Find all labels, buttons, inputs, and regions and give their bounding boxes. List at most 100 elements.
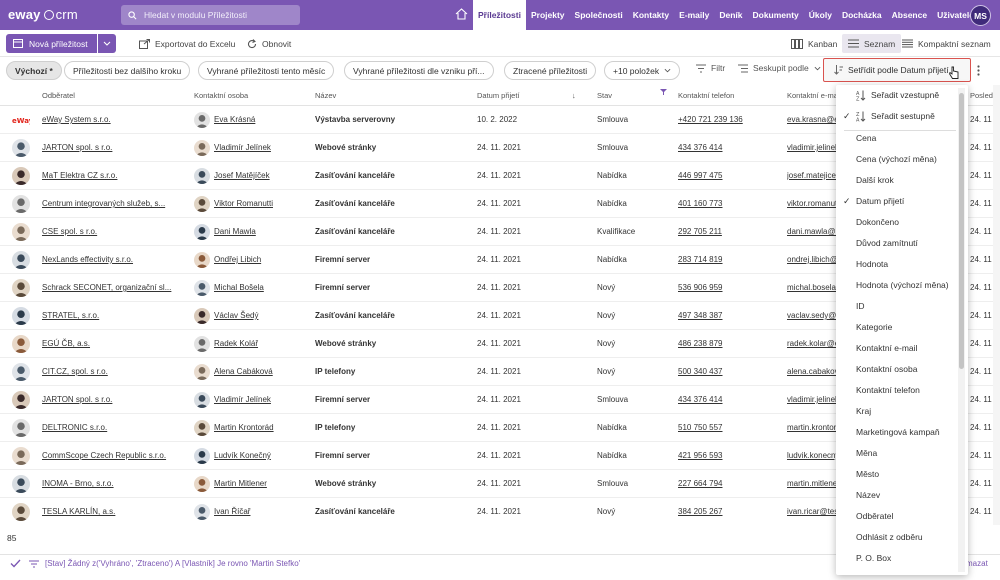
sort-field-option[interactable]: Kontaktní e-mail — [836, 338, 958, 359]
cell-customer[interactable]: EGÚ ČB, a.s. — [42, 330, 182, 358]
cell-contact-phone[interactable]: 434 376 414 — [678, 386, 778, 414]
nav-item-2[interactable]: Společnosti — [570, 0, 628, 30]
cell-customer[interactable]: CSE spol. s r.o. — [42, 218, 182, 246]
cell-contact-person[interactable]: Vladimír Jelínek — [214, 386, 309, 414]
cell-contact-person[interactable]: Alena Cabáková — [214, 358, 309, 386]
nav-item-4[interactable]: E-maily — [674, 0, 714, 30]
cell-contact-phone[interactable]: 421 956 593 — [678, 442, 778, 470]
filter-pill-more[interactable]: +10 položek — [604, 61, 681, 80]
clear-filter-link[interactable]: mazat — [966, 559, 988, 568]
cell-contact-phone[interactable]: 510 750 557 — [678, 414, 778, 442]
home-icon[interactable] — [455, 8, 468, 20]
filter-button[interactable]: Filtr — [696, 63, 725, 73]
user-avatar[interactable]: MS — [970, 5, 991, 26]
sort-field-option[interactable]: P. O. Box — [836, 548, 958, 569]
cell-contact-email[interactable]: vladimir.jelinek@jarton — [787, 386, 837, 414]
cell-contact-email[interactable]: martin.krontorad@delt — [787, 414, 837, 442]
cell-contact-phone[interactable]: 497 348 387 — [678, 302, 778, 330]
column-filter-icon[interactable] — [660, 89, 667, 95]
cell-contact-phone[interactable]: 384 205 267 — [678, 498, 778, 525]
cell-customer[interactable]: JARTON spol. s r.o. — [42, 134, 182, 162]
sort-field-option[interactable]: Kraj — [836, 401, 958, 422]
cell-contact-person[interactable]: Josef Matějíček — [214, 162, 309, 190]
cell-customer[interactable]: JARTON spol. s r.o. — [42, 386, 182, 414]
list-view-button[interactable]: Seznam — [842, 34, 902, 53]
group-by-button[interactable]: Seskupit podle — [738, 63, 821, 73]
sort-field-option[interactable]: Kategorie — [836, 317, 958, 338]
filter-pill-lost[interactable]: Ztracené příležitosti — [504, 61, 597, 80]
cell-customer[interactable]: STRATEL, s.r.o. — [42, 302, 182, 330]
export-excel-button[interactable]: Exportovat do Excelu — [139, 34, 235, 53]
filter-pill-won-this-month[interactable]: Vyhrané příležitosti tento měsíc — [198, 61, 335, 80]
cell-customer[interactable]: CIT.CZ, spol. s r.o. — [42, 358, 182, 386]
sort-field-option[interactable]: ID — [836, 296, 958, 317]
sort-field-option[interactable]: Odběratel — [836, 506, 958, 527]
cell-contact-phone[interactable]: 401 160 773 — [678, 190, 778, 218]
cell-contact-email[interactable]: ludvik.konecny@comm — [787, 442, 837, 470]
cell-contact-phone[interactable]: 292 705 211 — [678, 218, 778, 246]
column-header-received-date[interactable]: Datum přijetí — [477, 91, 520, 100]
filter-pill-no-next-step[interactable]: Příležitosti bez dalšího kroku — [64, 61, 191, 80]
filter-pill-default[interactable]: Výchozí * — [6, 61, 62, 80]
sort-field-option[interactable]: Město — [836, 464, 958, 485]
sort-field-option[interactable]: Kontaktní osoba — [836, 359, 958, 380]
check-icon[interactable] — [10, 559, 21, 568]
compact-list-view-button[interactable]: Kompaktní seznam — [902, 34, 991, 53]
cell-contact-email[interactable]: radek.kolar@egu.cz — [787, 330, 837, 358]
sort-field-option[interactable]: Cena — [836, 128, 958, 149]
cell-contact-phone[interactable]: 500 340 437 — [678, 358, 778, 386]
cell-contact-email[interactable]: alena.cabakova@cit.cz — [787, 358, 837, 386]
nav-item-1[interactable]: Projekty — [526, 0, 570, 30]
sort-field-option[interactable]: Měna — [836, 443, 958, 464]
sort-field-option[interactable]: ✓ Datum přijetí — [836, 191, 958, 212]
table-scrollbar[interactable] — [993, 85, 1000, 525]
cell-customer[interactable]: DELTRONIC s.r.o. — [42, 414, 182, 442]
cell-contact-person[interactable]: Ivan Říčař — [214, 498, 309, 525]
sort-field-option[interactable]: Hodnota — [836, 254, 958, 275]
sort-descending-option[interactable]: ✓ ZA Seřadit sestupně — [836, 106, 958, 127]
new-opportunity-dropdown-button[interactable] — [98, 34, 116, 53]
cell-contact-person[interactable]: Václav Šedý — [214, 302, 309, 330]
column-header-contact-person[interactable]: Kontaktní osoba — [194, 91, 248, 100]
column-header-name[interactable]: Název — [315, 91, 336, 100]
kanban-view-button[interactable]: Kanban — [791, 34, 837, 53]
cell-customer[interactable]: Schrack SECONET, organizační sl... — [42, 274, 182, 302]
cell-customer[interactable]: NexLands effectivity s.r.o. — [42, 246, 182, 274]
module-search-input[interactable]: Hledat v modulu Příležitosti — [121, 5, 300, 25]
nav-item-3[interactable]: Kontakty — [628, 0, 674, 30]
cell-customer[interactable]: eWay System s.r.o. — [42, 106, 182, 134]
nav-item-9[interactable]: Absence — [887, 0, 932, 30]
column-header-customer[interactable]: Odběratel — [42, 91, 75, 100]
cell-contact-email[interactable]: dani.mawla@cse.cz — [787, 218, 837, 246]
sort-field-option[interactable]: Marketingová kampaň — [836, 422, 958, 443]
cell-contact-phone[interactable]: 446 997 475 — [678, 162, 778, 190]
column-header-contact-phone[interactable]: Kontaktní telefon — [678, 91, 734, 100]
cell-contact-person[interactable]: Dani Mawla — [214, 218, 309, 246]
sort-field-option[interactable]: Další krok — [836, 170, 958, 191]
cell-contact-email[interactable]: martin.mitlener@inoma — [787, 470, 837, 498]
sort-field-option[interactable]: Odhlásit z odběru — [836, 527, 958, 548]
cell-contact-email[interactable]: josef.matejicek@mat.cz — [787, 162, 837, 190]
cell-contact-person[interactable]: Michal Bošela — [214, 274, 309, 302]
sort-ascending-option[interactable]: AZ Seřadit vzestupně — [836, 85, 958, 106]
cell-contact-person[interactable]: Martin Mitlener — [214, 470, 309, 498]
sort-field-option[interactable]: Hodnota (výchozí měna) — [836, 275, 958, 296]
cell-customer[interactable]: Centrum integrovaných služeb, s... — [42, 190, 182, 218]
cell-contact-email[interactable]: ivan.ricar@tesla.cz — [787, 498, 837, 525]
cell-contact-phone[interactable]: 434 376 414 — [678, 134, 778, 162]
refresh-button[interactable]: Obnovit — [247, 34, 291, 53]
column-header-state[interactable]: Stav — [597, 91, 612, 100]
cell-contact-email[interactable]: eva.krasna@eway-crm.c — [787, 106, 837, 134]
cell-contact-person[interactable]: Ludvík Konečný — [214, 442, 309, 470]
cell-contact-phone[interactable]: 227 664 794 — [678, 470, 778, 498]
active-filter-text[interactable]: [Stav] Žádný z('Vyhráno', 'Ztraceno') A … — [45, 559, 300, 568]
cell-contact-email[interactable]: vaclav.sedy@stratel.cz — [787, 302, 837, 330]
cell-contact-person[interactable]: Ondřej Libich — [214, 246, 309, 274]
sort-field-option[interactable]: Cena (výchozí měna) — [836, 149, 958, 170]
cell-contact-person[interactable]: Eva Krásná — [214, 106, 309, 134]
cell-contact-email[interactable]: viktor.romanutti@cis.cz — [787, 190, 837, 218]
cell-customer[interactable]: MaT Elektra CZ s.r.o. — [42, 162, 182, 190]
cell-contact-email[interactable]: vladimir.jelinek@jarton — [787, 134, 837, 162]
nav-item-5[interactable]: Deník — [714, 0, 747, 30]
nav-item-7[interactable]: Úkoly — [804, 0, 837, 30]
